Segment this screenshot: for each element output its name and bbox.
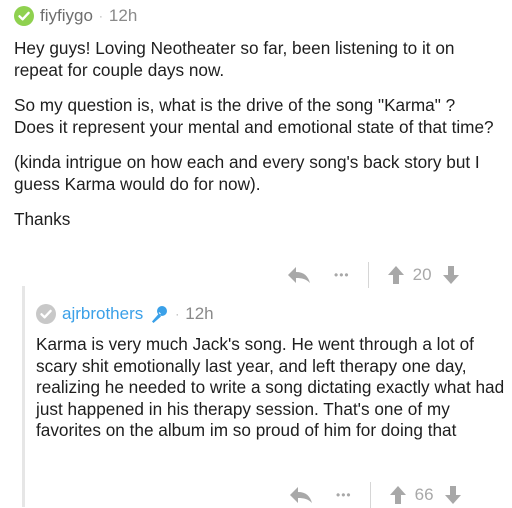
more-icon[interactable]: •••	[334, 268, 350, 282]
timestamp: 12h	[185, 304, 214, 323]
comment-paragraph: (kinda intrigue on how each and every so…	[14, 152, 480, 194]
comment-body: Karma is very much Jack's song. He went …	[36, 334, 512, 456]
comment-actions: ••• 20	[286, 262, 460, 288]
comment-paragraph: Karma is very much Jack's song. He went …	[36, 334, 505, 440]
comment-body: Hey guys! Loving Neotheater so far, been…	[14, 38, 499, 245]
comment-actions: ••• 66	[288, 482, 462, 508]
upvote-icon[interactable]	[387, 265, 405, 285]
divider	[369, 482, 371, 508]
comment-paragraph: Thanks	[14, 209, 71, 229]
reply-icon[interactable]	[288, 485, 314, 505]
divider	[367, 262, 369, 288]
more-icon[interactable]: •••	[336, 488, 352, 502]
thread-line	[22, 286, 25, 507]
check-badge-icon	[36, 304, 56, 324]
separator-dot: ·	[175, 307, 180, 321]
vote-count: 66	[414, 485, 434, 504]
separator-dot: ·	[98, 9, 103, 23]
timestamp: 12h	[108, 6, 138, 25]
upvote-icon[interactable]	[389, 485, 407, 505]
downvote-icon[interactable]	[444, 485, 462, 505]
username[interactable]: fiyfiygo	[40, 6, 93, 26]
vote-count: 20	[412, 265, 432, 284]
downvote-icon[interactable]	[442, 265, 460, 285]
comment-paragraph: Hey guys! Loving Neotheater so far, been…	[14, 38, 455, 80]
username[interactable]: ajrbrothers	[62, 304, 143, 324]
comment-header: ajrbrothers · 12h	[36, 304, 214, 324]
check-badge-icon	[14, 6, 34, 26]
comment-paragraph: So my question is, what is the drive of …	[14, 95, 494, 137]
reply-icon[interactable]	[286, 265, 312, 285]
comment-header: fiyfiygo · 12h	[14, 6, 137, 26]
microphone-icon	[149, 304, 169, 324]
